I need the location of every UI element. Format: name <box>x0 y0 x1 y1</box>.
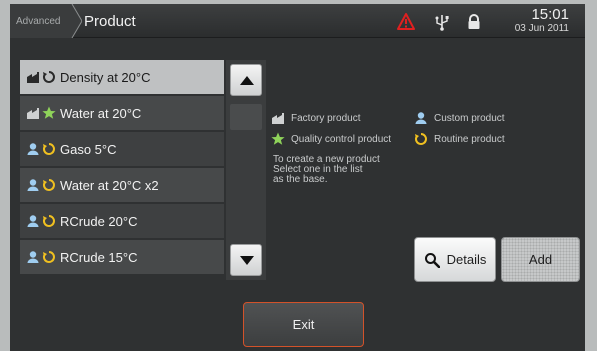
legend-custom-label: Custom product <box>434 112 505 124</box>
scroll-up-button[interactable] <box>230 64 262 96</box>
factory-icon <box>26 70 40 84</box>
list-item-label: RCrude 20°C <box>60 213 138 229</box>
factory-icon <box>26 106 40 120</box>
magnifier-icon <box>424 252 440 268</box>
arrow-up-icon <box>240 76 254 85</box>
routine-icon <box>42 250 56 264</box>
create-product-hint: To create a new product Select one in th… <box>273 155 413 185</box>
list-item-label: RCrude 15°C <box>60 249 138 265</box>
user-icon <box>26 178 40 192</box>
list-item-label: Gaso 5°C <box>60 141 117 157</box>
list-item-label: Density at 20°C <box>60 69 151 85</box>
legend-factory: Factory product <box>271 111 360 125</box>
clock-time: 15:01 <box>531 6 569 23</box>
list-item-label: Water at 20°C <box>60 105 142 121</box>
usb-icon <box>435 15 449 31</box>
breadcrumb-chevron-icon <box>68 4 82 38</box>
routine-icon <box>42 142 56 156</box>
list-item-label: Water at 20°C x2 <box>60 177 159 193</box>
breadcrumb-advanced[interactable]: Advanced <box>10 4 72 38</box>
legend-routine-label: Routine product <box>434 133 505 145</box>
exit-button[interactable]: Exit <box>243 302 364 347</box>
add-button-label: Add <box>528 252 553 267</box>
lock-icon <box>468 14 480 29</box>
list-item[interactable]: Gaso 5°C <box>20 132 224 167</box>
user-icon <box>26 250 40 264</box>
list-scrollbar[interactable] <box>226 60 266 280</box>
clock-date: 03 Jun 2011 <box>514 23 569 34</box>
legend-custom: Custom product <box>414 111 505 125</box>
legend-quality-label: Quality control product <box>291 133 392 145</box>
list-item[interactable]: RCrude 15°C <box>20 240 224 275</box>
hint-line-3: as the base. <box>273 174 328 185</box>
exit-button-label: Exit <box>292 317 315 332</box>
product-list: Density at 20°C Water at 20°C Gaso 5°C W… <box>20 60 224 280</box>
legend-routine: Routine product <box>414 132 505 146</box>
legend-quality: Quality control product <box>271 132 391 146</box>
user-icon <box>414 111 428 125</box>
list-item[interactable]: RCrude 20°C <box>20 204 224 239</box>
list-item[interactable]: Water at 20°C x2 <box>20 168 224 203</box>
warning-icon[interactable] <box>397 13 415 31</box>
routine-icon <box>42 214 56 228</box>
header-bar: Advanced Product 15:01 03 Jun 2011 <box>10 4 585 38</box>
product-screen: Advanced Product 15:01 03 Jun 2011 Densi… <box>10 4 585 351</box>
star-icon <box>271 132 285 146</box>
details-button-label: Details <box>446 252 487 267</box>
details-button[interactable]: Details <box>414 237 496 282</box>
add-button[interactable]: Add <box>501 237 580 282</box>
arrow-down-icon <box>240 256 254 265</box>
list-item[interactable]: Water at 20°C <box>20 96 224 131</box>
user-icon <box>26 142 40 156</box>
list-item[interactable]: Density at 20°C <box>20 60 224 95</box>
clock: 15:01 03 Jun 2011 <box>515 7 569 35</box>
scroll-thumb[interactable] <box>230 104 262 130</box>
legend-factory-label: Factory product <box>291 112 361 124</box>
page-title: Product <box>84 12 136 30</box>
scroll-down-button[interactable] <box>230 244 262 276</box>
user-icon <box>26 214 40 228</box>
factory-icon <box>271 111 285 125</box>
routine-icon <box>42 178 56 192</box>
star-icon <box>42 106 56 120</box>
routine-icon <box>414 132 428 146</box>
routine-icon <box>42 70 56 84</box>
